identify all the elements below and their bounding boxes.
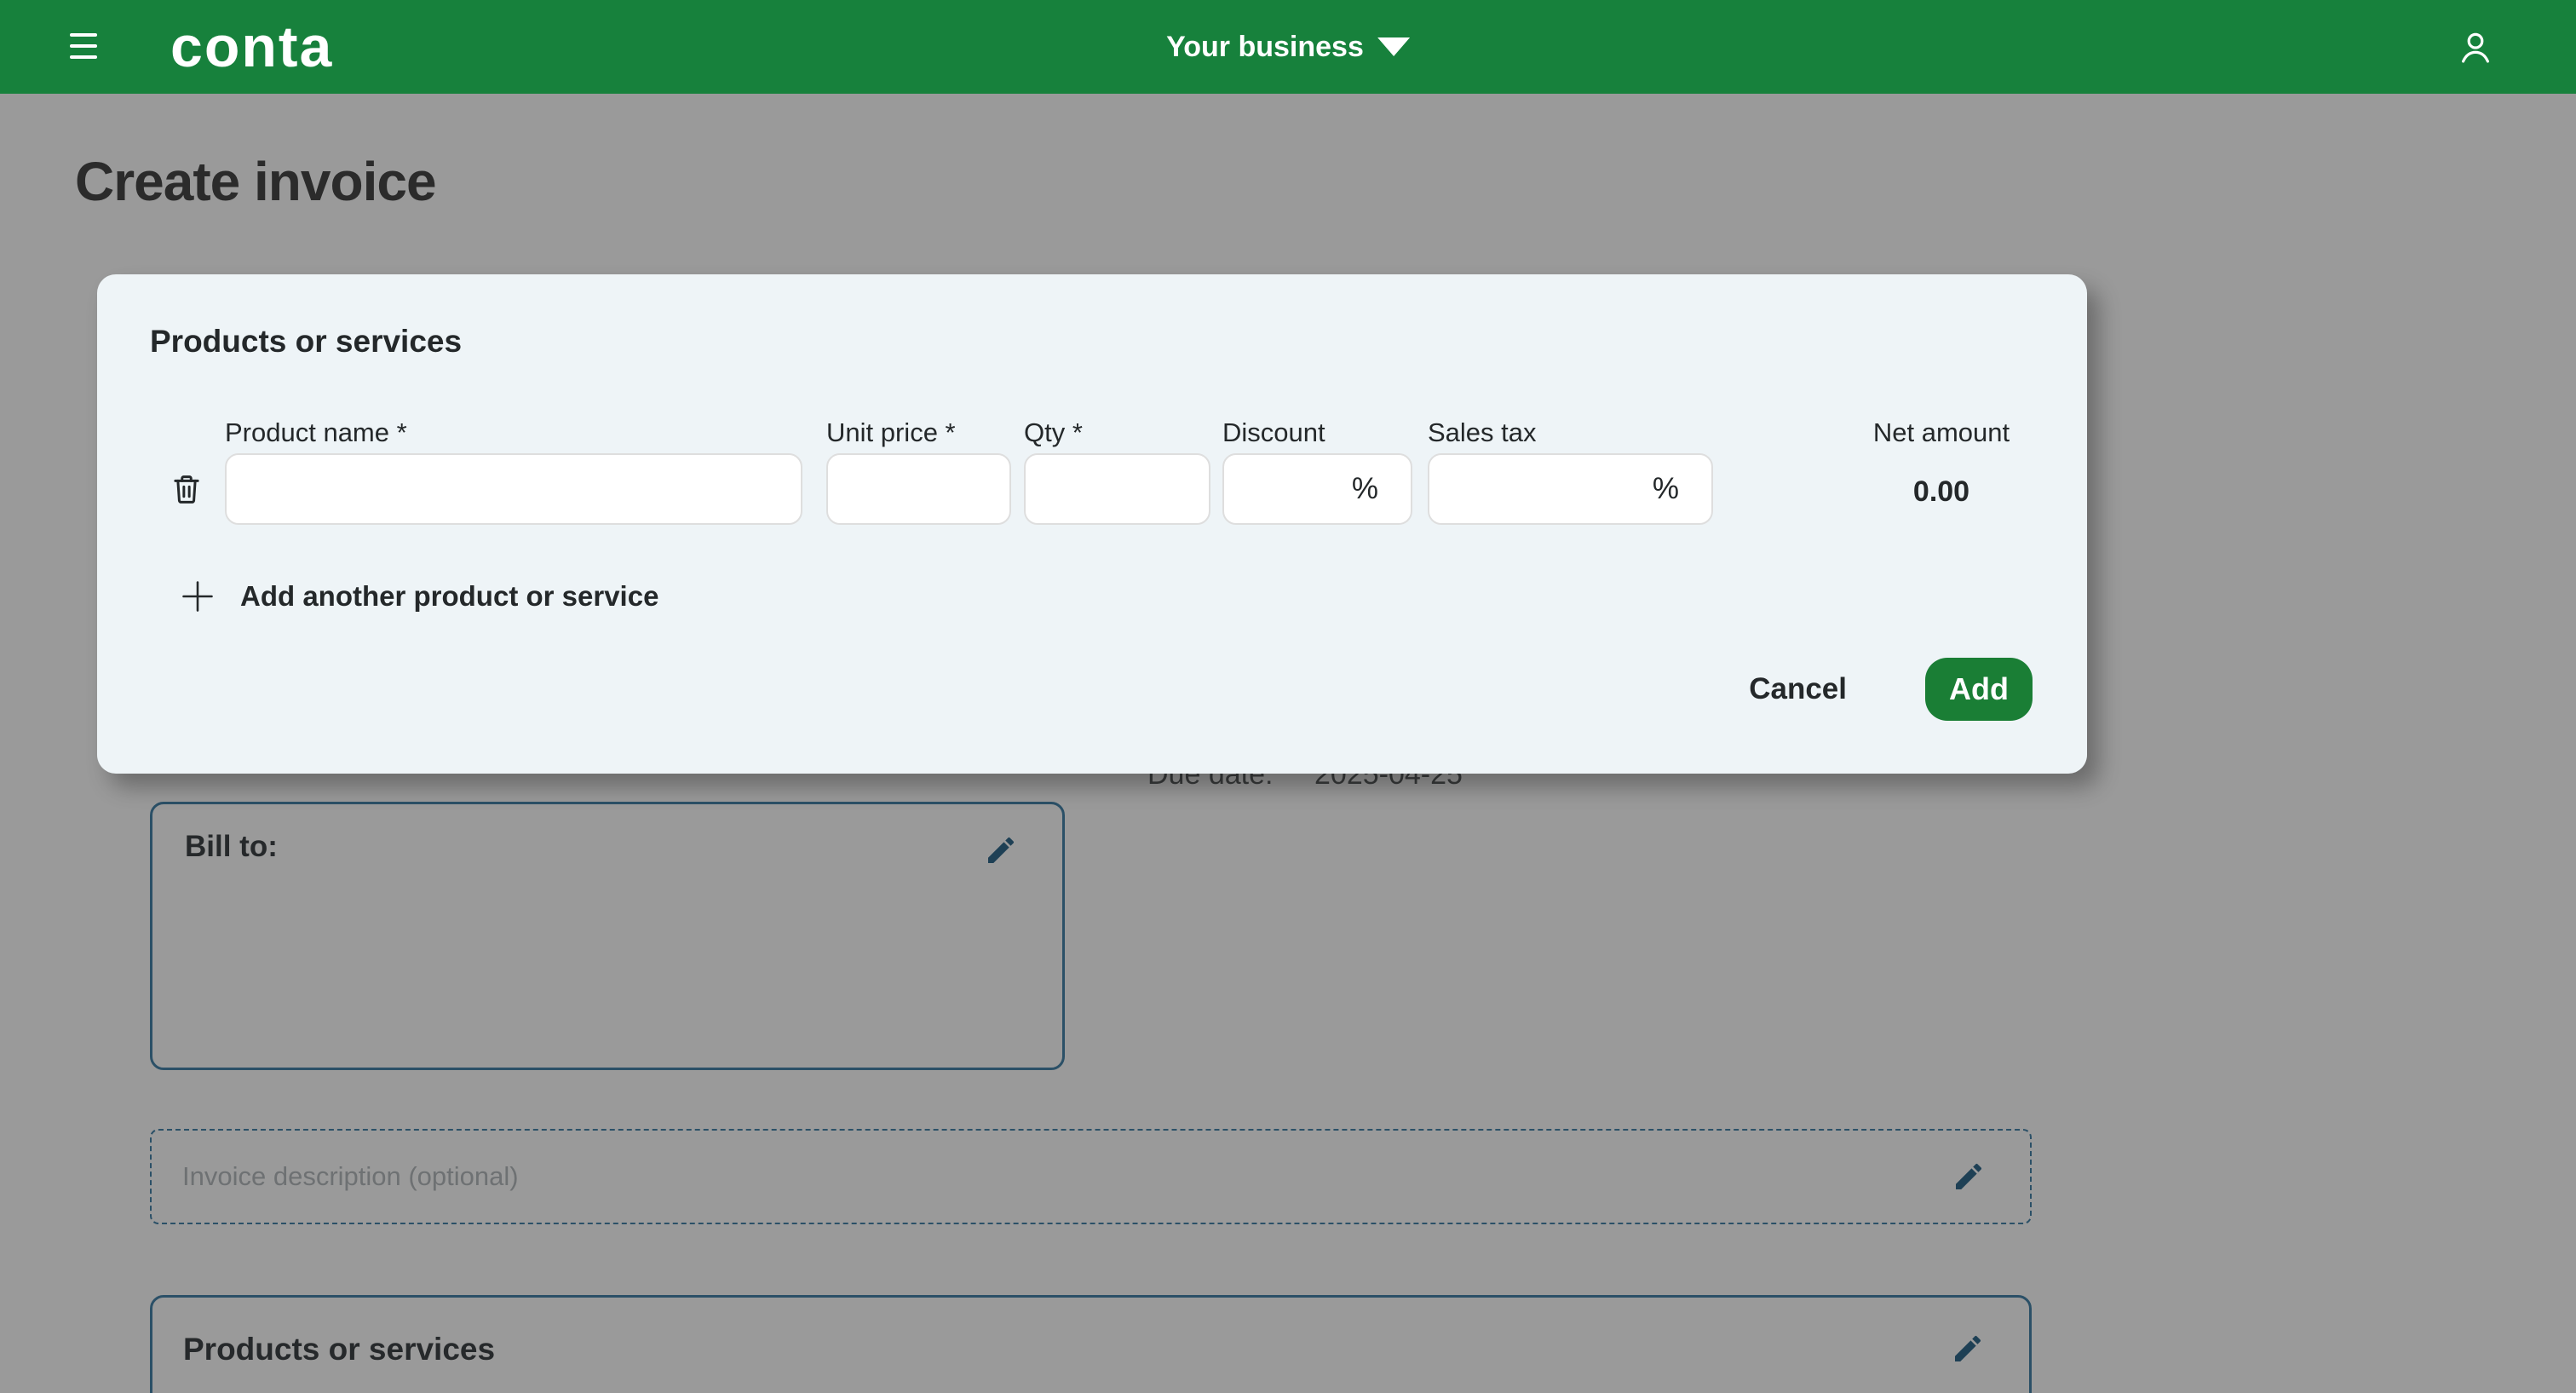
modal-footer: Cancel Add xyxy=(1749,658,2033,721)
product-name-label: Product name * xyxy=(225,417,802,453)
unit-price-field: Unit price * xyxy=(826,417,1011,525)
edit-pencil-icon[interactable] xyxy=(1951,1332,1985,1366)
delete-row-trash-icon[interactable] xyxy=(169,469,204,509)
products-section-title: Products or services xyxy=(183,1332,495,1367)
hamburger-menu-icon[interactable] xyxy=(70,33,97,59)
discount-label: Discount xyxy=(1222,417,1412,453)
products-or-services-modal: Products or services Product name * Unit… xyxy=(97,274,2087,774)
unit-price-input[interactable] xyxy=(826,453,1011,525)
app-header: conta Your business xyxy=(0,0,2576,94)
qty-label: Qty * xyxy=(1024,417,1210,453)
plus-icon xyxy=(179,578,216,615)
add-button[interactable]: Add xyxy=(1925,658,2033,721)
cancel-button[interactable]: Cancel xyxy=(1749,672,1847,706)
page-title: Create invoice xyxy=(75,150,436,213)
conta-logo: conta xyxy=(170,12,333,82)
chevron-down-icon xyxy=(1377,37,1410,56)
business-selector[interactable]: Your business xyxy=(1166,0,1410,94)
net-amount-field: Net amount 0.00 xyxy=(1868,417,2015,509)
user-account-icon[interactable] xyxy=(2455,26,2496,67)
product-name-field: Product name * xyxy=(225,417,802,525)
invoice-description-placeholder: Invoice description (optional) xyxy=(182,1161,519,1192)
product-name-input[interactable] xyxy=(225,453,802,525)
sales-tax-label: Sales tax xyxy=(1428,417,1713,453)
net-amount-label: Net amount xyxy=(1868,417,2015,453)
business-selector-label: Your business xyxy=(1166,31,1364,64)
unit-price-label: Unit price * xyxy=(826,417,1011,453)
sales-tax-field: Sales tax % xyxy=(1428,417,1713,525)
discount-field: Discount % xyxy=(1222,417,1412,525)
add-another-product-button[interactable]: Add another product or service xyxy=(179,578,658,615)
bill-to-label: Bill to: xyxy=(185,830,278,864)
products-section-card[interactable]: Products or services xyxy=(150,1295,2032,1393)
qty-field: Qty * xyxy=(1024,417,1210,525)
invoice-description-card[interactable]: Invoice description (optional) xyxy=(150,1129,2032,1224)
qty-input[interactable] xyxy=(1024,453,1210,525)
net-amount-value: 0.00 xyxy=(1868,475,2015,509)
add-another-label: Add another product or service xyxy=(240,580,658,613)
modal-title: Products or services xyxy=(150,324,462,360)
sales-tax-input[interactable] xyxy=(1428,453,1713,525)
edit-pencil-icon[interactable] xyxy=(984,833,1018,867)
bill-to-card[interactable]: Bill to: xyxy=(150,802,1065,1070)
discount-input[interactable] xyxy=(1222,453,1412,525)
edit-pencil-icon[interactable] xyxy=(1952,1160,1986,1194)
